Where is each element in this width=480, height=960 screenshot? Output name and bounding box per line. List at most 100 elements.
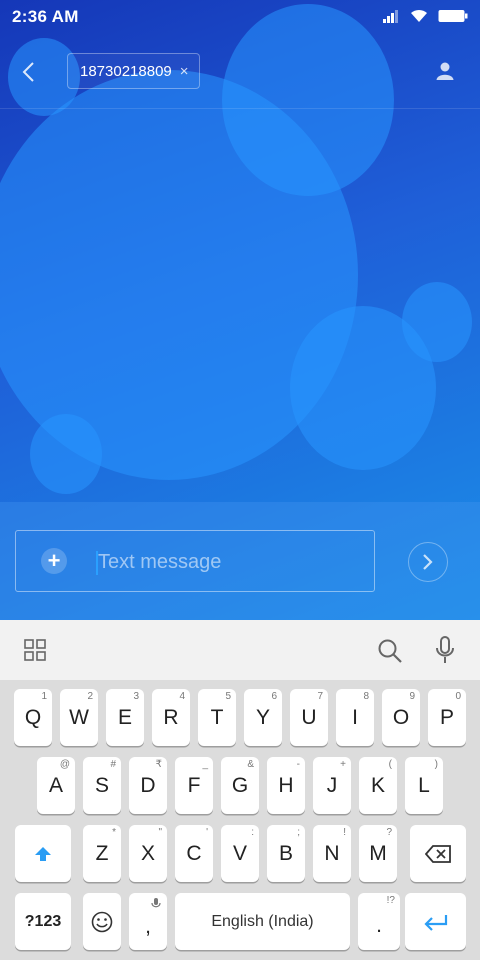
- key-i[interactable]: 8I: [336, 689, 374, 746]
- emoji-icon: [91, 911, 113, 932]
- key-label: E: [117, 705, 132, 729]
- key-label: M: [369, 841, 387, 865]
- backspace-key[interactable]: [410, 825, 466, 882]
- key-d[interactable]: ₹ D: [129, 757, 167, 814]
- key-y[interactable]: 6Y: [244, 689, 282, 746]
- key-o[interactable]: 9O: [382, 689, 420, 746]
- key-hint: *: [112, 827, 116, 838]
- symbols-key[interactable]: ?123: [15, 893, 71, 950]
- remove-recipient-icon[interactable]: ×: [180, 63, 189, 80]
- microphone-icon[interactable]: [434, 636, 456, 664]
- key-hint: !: [343, 827, 346, 838]
- key-g[interactable]: & G: [221, 757, 259, 814]
- add-attachment-button[interactable]: +: [41, 548, 67, 574]
- key-f[interactable]: _ F: [175, 757, 213, 814]
- enter-arrow-icon: [423, 914, 447, 931]
- recipient-chip[interactable]: 18730218809 ×: [67, 53, 200, 89]
- space-key[interactable]: English (India): [175, 893, 350, 950]
- key-label: U: [301, 705, 317, 729]
- comma-key-label: ,: [145, 914, 151, 938]
- key-w[interactable]: 2W: [60, 689, 98, 746]
- battery-icon: [438, 10, 468, 22]
- back-button[interactable]: [14, 58, 42, 86]
- key-hint: 5: [225, 691, 231, 702]
- key-label: Z: [95, 841, 109, 865]
- key-r[interactable]: 4R: [152, 689, 190, 746]
- contact-button[interactable]: [432, 58, 458, 84]
- key-z[interactable]: * Z: [83, 825, 121, 882]
- key-label: N: [324, 841, 340, 865]
- soft-keyboard: 1Q2W3E4R5T6Y7U8I9O0P @ A # S ₹ D _ F & G - H + J(K) L …: [0, 680, 480, 960]
- key-label: B: [278, 841, 293, 865]
- key-p[interactable]: 0P: [428, 689, 466, 746]
- key-t[interactable]: 5T: [198, 689, 236, 746]
- key-hint: 4: [179, 691, 185, 702]
- period-key[interactable]: !? .: [358, 893, 400, 950]
- key-l[interactable]: ) L: [405, 757, 443, 814]
- key-label: V: [232, 841, 247, 865]
- conversation-header: 18730218809 ×: [0, 40, 480, 109]
- key-hint: 8: [363, 691, 369, 702]
- status-bar: 2:36 AM: [0, 0, 480, 34]
- key-label: G: [231, 773, 249, 797]
- signal-icon: [383, 10, 398, 23]
- key-b[interactable]: ; B: [267, 825, 305, 882]
- key-hint: ): [434, 759, 438, 770]
- key-label: X: [140, 841, 155, 865]
- key-label: K: [370, 773, 385, 797]
- keyboard-toolbar: [0, 620, 480, 681]
- emoji-key[interactable]: [83, 893, 121, 950]
- key-label: L: [418, 773, 430, 797]
- key-c[interactable]: ' C: [175, 825, 213, 882]
- key-m[interactable]: ? M: [359, 825, 397, 882]
- key-x[interactable]: " X: [129, 825, 167, 882]
- key-j[interactable]: + J: [313, 757, 351, 814]
- symbols-key-label: ?123: [24, 912, 62, 930]
- period-key-hint: !?: [386, 895, 395, 906]
- status-icons: [382, 9, 468, 23]
- shift-arrow-icon: [35, 846, 51, 861]
- background-bubble: [402, 282, 472, 362]
- key-k[interactable]: (K: [359, 757, 397, 814]
- enter-key[interactable]: [405, 893, 466, 950]
- key-label: Y: [255, 705, 270, 729]
- key-hint: ": [158, 827, 162, 838]
- recipient-number: 18730218809: [80, 62, 172, 80]
- key-label: Q: [24, 705, 42, 729]
- key-hint: ?: [386, 827, 392, 838]
- chevron-right-icon: [423, 554, 433, 570]
- key-q[interactable]: 1Q: [14, 689, 52, 746]
- key-hint: -: [296, 759, 300, 770]
- key-u[interactable]: 7U: [290, 689, 328, 746]
- shift-key[interactable]: [15, 825, 71, 882]
- background-bubble: [30, 414, 102, 494]
- send-button[interactable]: [408, 542, 448, 582]
- comma-key[interactable]: ,: [129, 893, 167, 950]
- key-a[interactable]: @ A: [37, 757, 75, 814]
- key-h[interactable]: -H: [267, 757, 305, 814]
- key-hint: 0: [455, 691, 461, 702]
- key-v[interactable]: :V: [221, 825, 259, 882]
- key-hint: ;: [297, 827, 300, 838]
- key-hint: ': [206, 827, 208, 838]
- message-input[interactable]: + Text message: [15, 530, 375, 592]
- key-hint: 7: [317, 691, 323, 702]
- compose-bar: + Text message: [0, 502, 480, 620]
- mic-hint-icon: [151, 898, 161, 908]
- key-hint: 1: [41, 691, 47, 702]
- search-icon[interactable]: [377, 638, 403, 664]
- apps-grid-icon[interactable]: [24, 639, 46, 661]
- key-s[interactable]: # S: [83, 757, 121, 814]
- wifi-icon: [411, 9, 427, 22]
- key-label: O: [392, 705, 410, 729]
- key-label: T: [210, 705, 224, 729]
- key-e[interactable]: 3E: [106, 689, 144, 746]
- backspace-icon: [425, 844, 451, 863]
- key-hint: +: [340, 759, 346, 770]
- key-n[interactable]: ! N: [313, 825, 351, 882]
- period-key-label: .: [376, 913, 382, 937]
- key-hint: &: [247, 759, 254, 770]
- message-placeholder: Text message: [98, 551, 222, 573]
- chevron-left-icon: [22, 62, 34, 82]
- key-hint: ₹: [155, 759, 162, 770]
